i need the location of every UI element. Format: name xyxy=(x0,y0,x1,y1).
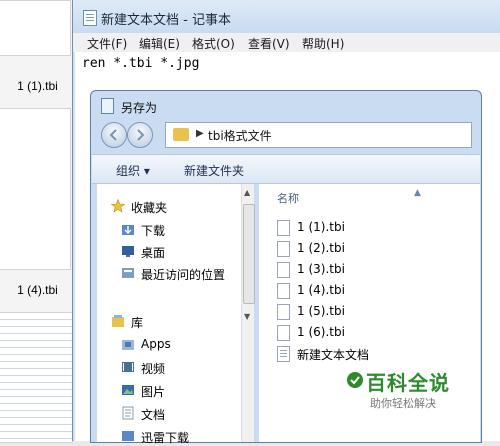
nav-item-apps[interactable]: Apps xyxy=(97,334,239,354)
nav-item-documents[interactable]: 文档 xyxy=(97,403,239,423)
file-icon xyxy=(277,220,290,236)
file-name: 1 (2).tbi xyxy=(297,241,345,255)
notepad-icon xyxy=(83,10,97,26)
file-item[interactable]: 1 (2).tbi xyxy=(277,239,477,259)
star-icon xyxy=(111,199,125,213)
forward-button[interactable] xyxy=(127,122,153,148)
scroll-down-icon[interactable]: ▼ xyxy=(244,312,250,321)
arrow-right-icon xyxy=(137,129,145,141)
nav-item-thunder-downloads[interactable]: 迅雷下载 xyxy=(97,426,239,446)
watermark: 百科全说 助你轻松解决 xyxy=(346,367,474,415)
sort-ascending-icon: ▲ xyxy=(414,188,421,198)
desktop-icon xyxy=(122,246,134,257)
menu-format[interactable]: 格式(O) xyxy=(192,35,235,52)
nav-item-label: 文档 xyxy=(141,408,166,422)
notepad-menubar: 文件(F) 编辑(E) 格式(O) 查看(V) 帮助(H) xyxy=(73,33,500,52)
dialog-icon xyxy=(101,98,114,114)
nav-item-libraries[interactable]: 库 xyxy=(97,311,239,331)
column-header-name[interactable]: 名称 ▲ xyxy=(277,188,421,206)
document-icon xyxy=(122,406,134,420)
thumbnail-card[interactable] xyxy=(0,312,73,443)
file-name: 1 (6).tbi xyxy=(297,325,345,339)
thumbnail-label[interactable]: 1 (4).tbi xyxy=(0,283,75,297)
file-icon xyxy=(277,325,290,341)
file-item[interactable]: 1 (6).tbi xyxy=(277,323,477,343)
nav-item-label: 库 xyxy=(131,316,144,330)
thumbnail-card[interactable] xyxy=(0,108,71,270)
new-folder-button[interactable]: 新建文件夹 xyxy=(184,162,244,179)
menu-file[interactable]: 文件(F) xyxy=(87,35,127,52)
file-icon xyxy=(277,304,290,320)
file-item[interactable]: 1 (4).tbi xyxy=(277,281,477,301)
file-item[interactable]: 1 (1).tbi xyxy=(277,218,477,238)
nav-item-label: 下载 xyxy=(141,224,166,238)
file-icon xyxy=(277,283,290,299)
background-explorer: 1 (1).tbi 1 (4).tbi xyxy=(0,0,75,443)
file-name: 1 (5).tbi xyxy=(297,304,345,318)
folder-icon xyxy=(173,128,189,141)
watermark-logo-icon xyxy=(347,372,363,388)
scrollbar-thumb[interactable] xyxy=(243,204,255,304)
recent-places-icon xyxy=(122,268,134,278)
thumbnail-label[interactable]: 1 (1).tbi xyxy=(0,79,75,93)
nav-item-downloads[interactable]: 下载 xyxy=(97,219,239,239)
nav-item-label: 图片 xyxy=(141,385,166,399)
nav-item-label: 最近访问的位置 xyxy=(141,268,226,282)
picture-icon xyxy=(122,385,134,395)
notepad-content[interactable]: ren *.tbi *.jpg xyxy=(82,56,199,71)
organize-button[interactable]: 组织 ▾ xyxy=(116,162,150,179)
watermark-subtitle: 助你轻松解决 xyxy=(370,397,436,410)
menu-edit[interactable]: 编辑(E) xyxy=(139,35,180,52)
scroll-up-icon[interactable]: ▲ xyxy=(244,188,250,197)
apps-icon xyxy=(122,340,134,350)
nav-item-videos[interactable]: 视频 xyxy=(97,357,239,377)
nav-scrollbar[interactable]: ▲ ▼ xyxy=(241,184,255,442)
file-name: 1 (1).tbi xyxy=(297,220,345,234)
text-file-icon xyxy=(277,346,290,362)
file-icon xyxy=(277,241,290,257)
menu-view[interactable]: 查看(V) xyxy=(248,35,290,52)
column-header-label: 名称 xyxy=(277,192,299,205)
breadcrumb-current-folder[interactable]: tbi格式文件 xyxy=(208,127,272,144)
nav-item-label: Apps xyxy=(141,337,171,351)
file-item[interactable]: 新建文本文档 xyxy=(277,344,477,364)
file-item[interactable]: 1 (3).tbi xyxy=(277,260,477,280)
notepad-titlebar[interactable]: 新建文本文档 - 记事本 xyxy=(73,0,500,33)
arrow-left-icon xyxy=(109,129,117,141)
nav-item-label: 桌面 xyxy=(141,246,166,260)
dialog-title: 另存为 xyxy=(121,101,158,115)
file-icon xyxy=(277,262,290,278)
library-icon xyxy=(112,315,124,327)
breadcrumb-arrow-icon[interactable]: ▶ xyxy=(196,128,204,139)
nav-item-desktop[interactable]: 桌面 xyxy=(97,241,239,261)
address-bar[interactable]: ▶ tbi格式文件 xyxy=(165,122,472,148)
menu-help[interactable]: 帮助(H) xyxy=(302,35,344,52)
video-icon xyxy=(122,362,134,372)
file-name: 1 (4).tbi xyxy=(297,283,345,297)
file-name: 1 (3).tbi xyxy=(297,262,345,276)
nav-item-recent-places[interactable]: 最近访问的位置 xyxy=(97,263,239,283)
download-folder-icon xyxy=(122,225,134,235)
file-item[interactable]: 1 (5).tbi xyxy=(277,302,477,322)
nav-item-label: 视频 xyxy=(141,362,166,376)
nav-item-pictures[interactable]: 图片 xyxy=(97,380,239,400)
notepad-title: 新建文本文档 - 记事本 xyxy=(101,13,231,28)
navigation-pane: 收藏夹 下载 桌面 最近访问的位置 库 Apps 视频 图片 文档 迅雷下载 ▲… xyxy=(97,184,255,445)
watermark-title: 百科全说 xyxy=(366,371,450,395)
dialog-toolbar: 组织 ▾ 新建文件夹 xyxy=(92,154,480,184)
nav-item-label: 迅雷下载 xyxy=(141,431,190,445)
thumbnail-card[interactable] xyxy=(0,0,71,56)
back-button[interactable] xyxy=(101,122,127,148)
nav-item-favorites[interactable]: 收藏夹 xyxy=(97,196,239,216)
nav-item-label: 收藏夹 xyxy=(131,201,168,215)
file-name: 新建文本文档 xyxy=(297,348,370,362)
